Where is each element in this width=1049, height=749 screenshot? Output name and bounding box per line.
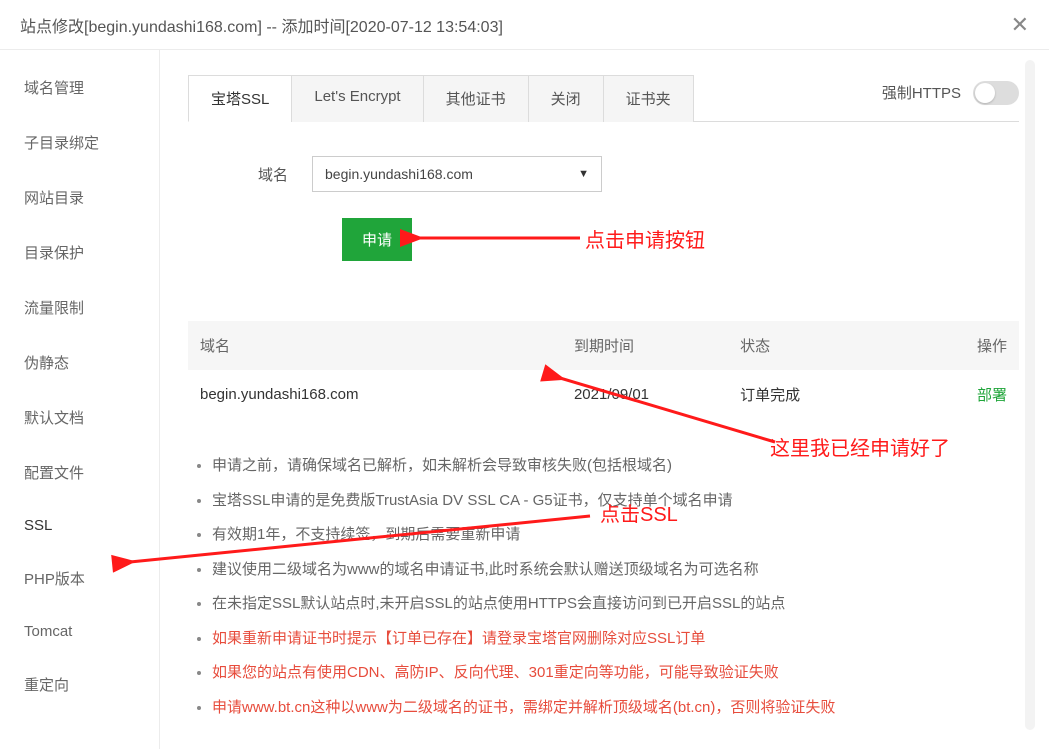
sidebar-item-default-doc[interactable]: 默认文档 (0, 390, 159, 445)
cert-table: 域名 到期时间 状态 操作 begin.yundashi168.com 2021… (188, 321, 1019, 419)
notes-list: 申请之前，请确保域名已解析，如未解析会导致审核失败(包括根域名) 宝塔SSL申请… (188, 449, 1019, 725)
sidebar-item-config-file[interactable]: 配置文件 (0, 445, 159, 500)
tab-cert-folder[interactable]: 证书夹 (603, 75, 694, 122)
force-https: 强制HTTPS (882, 81, 1019, 115)
sidebar-item-redirect[interactable]: 重定向 (0, 657, 159, 712)
sidebar-item-subdir-bind[interactable]: 子目录绑定 (0, 115, 159, 170)
note-item: 在未指定SSL默认站点时,未开启SSL的站点使用HTTPS会直接访问到已开启SS… (212, 587, 1019, 622)
sidebar-item-dir-protect[interactable]: 目录保护 (0, 225, 159, 280)
note-item: 有效期1年，不支持续签，到期后需要重新申请 (212, 518, 1019, 553)
window-titlebar: 站点修改[begin.yundashi168.com] -- 添加时间[2020… (0, 0, 1049, 50)
tabs-row: 宝塔SSL Let's Encrypt 其他证书 关闭 证书夹 强制HTTPS (188, 74, 1019, 122)
sidebar: 域名管理 子目录绑定 网站目录 目录保护 流量限制 伪静态 默认文档 配置文件 … (0, 50, 160, 749)
apply-button[interactable]: 申请 (342, 218, 412, 261)
note-item: 申请www.bt.cn这种以www为二级域名的证书，需绑定并解析顶级域名(bt.… (212, 691, 1019, 726)
force-https-label: 强制HTTPS (882, 82, 961, 103)
content-pane: 宝塔SSL Let's Encrypt 其他证书 关闭 证书夹 强制HTTPS … (160, 50, 1049, 749)
note-item: 如果您的站点有使用CDN、高防IP、反向代理、301重定向等功能，可能导致验证失… (212, 656, 1019, 691)
tabs: 宝塔SSL Let's Encrypt 其他证书 关闭 证书夹 (188, 74, 693, 121)
note-item: 建议使用二级域名为www的域名申请证书,此时系统会默认赠送顶级域名为可选名称 (212, 553, 1019, 588)
deploy-link[interactable]: 部署 (977, 387, 1007, 404)
button-row: 申请 (188, 218, 1019, 261)
window-title: 站点修改[begin.yundashi168.com] -- 添加时间[2020… (20, 13, 503, 37)
sidebar-item-tomcat[interactable]: Tomcat (0, 606, 159, 657)
sidebar-item-php-version[interactable]: PHP版本 (0, 551, 159, 606)
scrollbar[interactable] (1025, 60, 1035, 730)
note-item: 申请之前，请确保域名已解析，如未解析会导致审核失败(包括根域名) (212, 449, 1019, 484)
sidebar-item-ssl[interactable]: SSL (0, 500, 159, 551)
note-item: 宝塔SSL申请的是免费版TrustAsia DV SSL CA - G5证书，仅… (212, 484, 1019, 519)
main-layout: 域名管理 子目录绑定 网站目录 目录保护 流量限制 伪静态 默认文档 配置文件 … (0, 50, 1049, 749)
tab-close[interactable]: 关闭 (528, 75, 604, 122)
sidebar-item-rewrite[interactable]: 伪静态 (0, 335, 159, 390)
tab-lets-encrypt[interactable]: Let's Encrypt (291, 75, 423, 122)
toggle-knob (975, 83, 995, 103)
tab-other-cert[interactable]: 其他证书 (423, 75, 529, 122)
close-icon[interactable]: ✕ (1011, 12, 1029, 38)
domain-select-value: begin.yundashi168.com (325, 166, 473, 182)
domain-form-row: 域名 begin.yundashi168.com ▼ (188, 156, 1019, 192)
table-row: begin.yundashi168.com 2021/09/01 订单完成 部署 (188, 370, 1019, 419)
tab-baota-ssl[interactable]: 宝塔SSL (188, 75, 292, 122)
domain-select[interactable]: begin.yundashi168.com ▼ (312, 156, 602, 192)
domain-label: 域名 (258, 164, 288, 185)
force-https-toggle[interactable] (973, 81, 1019, 105)
chevron-down-icon: ▼ (578, 168, 589, 180)
sidebar-item-site-dir[interactable]: 网站目录 (0, 170, 159, 225)
note-item: 如果重新申请证书时提示【订单已存在】请登录宝塔官网删除对应SSL订单 (212, 622, 1019, 657)
sidebar-item-traffic-limit[interactable]: 流量限制 (0, 280, 159, 335)
sidebar-item-domain-mgmt[interactable]: 域名管理 (0, 60, 159, 115)
table-header-row: 域名 到期时间 状态 操作 (188, 321, 1019, 370)
